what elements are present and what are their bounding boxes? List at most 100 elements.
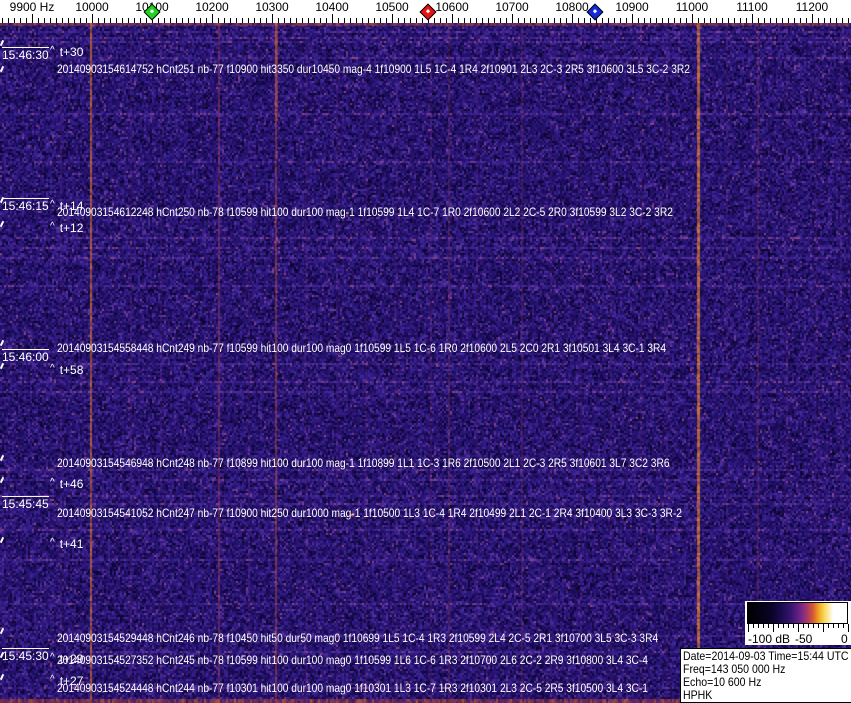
ruler-minor-tick bbox=[602, 18, 603, 23]
ruler-minor-tick bbox=[314, 18, 315, 23]
ruler-major-tick bbox=[572, 14, 573, 23]
caret-icon: ^ bbox=[50, 537, 55, 548]
colorbar-db-label: -50 bbox=[795, 632, 812, 646]
echo-log-line: 20140903154558448 hCnt249 nb-77 f10599 h… bbox=[57, 341, 666, 355]
ruler-minor-tick bbox=[458, 18, 459, 23]
ruler-major-tick bbox=[32, 14, 33, 23]
event-marker: ^ t+29 bbox=[50, 652, 83, 666]
ruler-minor-tick bbox=[218, 18, 219, 23]
ruler-minor-tick bbox=[20, 18, 21, 23]
spectrogram-app: 9900 Hz100001010010200103001040010500106… bbox=[0, 0, 851, 703]
ruler-minor-tick bbox=[824, 18, 825, 23]
ruler-minor-tick bbox=[776, 18, 777, 23]
ruler-minor-tick bbox=[662, 18, 663, 23]
event-marker-label: t+14 bbox=[60, 199, 84, 213]
event-marker: ^ t+12 bbox=[50, 221, 83, 235]
ruler-minor-tick bbox=[440, 18, 441, 23]
ruler-minor-tick bbox=[68, 18, 69, 23]
ruler-minor-tick bbox=[566, 18, 567, 23]
ruler-minor-tick bbox=[770, 18, 771, 23]
caret-icon: ^ bbox=[50, 363, 55, 374]
ruler-minor-tick bbox=[614, 18, 615, 23]
colorbar-tick bbox=[848, 624, 849, 632]
ruler-minor-tick bbox=[554, 18, 555, 23]
ruler-major-tick bbox=[512, 14, 513, 23]
ruler-minor-tick bbox=[488, 18, 489, 23]
ruler-minor-tick bbox=[536, 18, 537, 23]
event-marker: ^ t+27 bbox=[50, 674, 83, 688]
ruler-minor-tick bbox=[38, 18, 39, 23]
ruler-minor-tick bbox=[422, 18, 423, 23]
ruler-minor-tick bbox=[128, 18, 129, 23]
event-marker-label: t+46 bbox=[60, 477, 84, 491]
ruler-minor-tick bbox=[14, 18, 15, 23]
ruler-minor-tick bbox=[782, 18, 783, 23]
event-marker: ^ t+58 bbox=[50, 363, 83, 377]
ruler-minor-tick bbox=[590, 18, 591, 23]
colorbar-tick bbox=[823, 624, 824, 632]
time-label: 15:45:30 bbox=[2, 648, 49, 663]
ruler-minor-tick bbox=[794, 18, 795, 23]
status-info-box: Date=2014-09-03 Time=15:44 UTC Freq=143 … bbox=[680, 648, 851, 703]
colorbar-tick bbox=[748, 624, 749, 632]
ruler-minor-tick bbox=[182, 18, 183, 23]
ruler-minor-tick bbox=[680, 18, 681, 23]
colorbar-tick bbox=[803, 624, 804, 628]
colorbar-gradient bbox=[747, 602, 848, 624]
ruler-minor-tick bbox=[698, 18, 699, 23]
colorbar-tick bbox=[818, 624, 819, 628]
marker-green-dot bbox=[150, 9, 154, 13]
ruler-minor-tick bbox=[26, 18, 27, 23]
ruler-minor-tick bbox=[350, 18, 351, 23]
colorbar-tick bbox=[758, 624, 759, 628]
ruler-minor-tick bbox=[374, 18, 375, 23]
ruler-minor-tick bbox=[638, 18, 639, 23]
spectrogram-canvas bbox=[0, 23, 851, 703]
event-marker: ^ t+14 bbox=[50, 199, 83, 213]
echo-log-line: 20140903154612248 hCnt250 nb-78 f10599 h… bbox=[57, 205, 673, 219]
ruler-minor-tick bbox=[122, 18, 123, 23]
ruler-minor-tick bbox=[818, 18, 819, 23]
ruler-minor-tick bbox=[242, 18, 243, 23]
ruler-minor-tick bbox=[116, 18, 117, 23]
echo-log-line: 20140903154614752 hCnt251 nb-77 f10900 h… bbox=[57, 62, 690, 76]
ruler-minor-tick bbox=[74, 18, 75, 23]
ruler-minor-tick bbox=[530, 18, 531, 23]
ruler-major-tick bbox=[212, 14, 213, 23]
event-marker-label: t+29 bbox=[60, 652, 84, 666]
event-marker-label: t+27 bbox=[60, 674, 84, 688]
ruler-major-tick bbox=[452, 14, 453, 23]
ruler-minor-tick bbox=[650, 18, 651, 23]
ruler-minor-tick bbox=[476, 18, 477, 23]
marker-blue-dot bbox=[593, 9, 597, 13]
ruler-minor-tick bbox=[362, 18, 363, 23]
ruler-minor-tick bbox=[380, 18, 381, 23]
echo-log-line: 20140903154546948 hCnt248 nb-77 f10899 h… bbox=[57, 456, 669, 470]
colorbar-db-label: 0 bbox=[841, 632, 848, 646]
colorbar-tick bbox=[778, 624, 779, 628]
ruler-minor-tick bbox=[434, 18, 435, 23]
ruler-minor-tick bbox=[722, 18, 723, 23]
colorbar-tick bbox=[768, 624, 769, 628]
ruler-minor-tick bbox=[44, 18, 45, 23]
ruler-minor-tick bbox=[500, 18, 501, 23]
caret-icon: ^ bbox=[50, 199, 55, 210]
ruler-minor-tick bbox=[278, 18, 279, 23]
ruler-minor-tick bbox=[164, 18, 165, 23]
ruler-minor-tick bbox=[50, 18, 51, 23]
time-label: 15:46:00 bbox=[2, 349, 49, 364]
ruler-minor-tick bbox=[620, 18, 621, 23]
ruler-minor-tick bbox=[290, 18, 291, 23]
colorbar-db-label: -100 dB bbox=[748, 632, 790, 646]
ruler-minor-tick bbox=[584, 18, 585, 23]
ruler-minor-tick bbox=[338, 18, 339, 23]
ruler-minor-tick bbox=[248, 18, 249, 23]
ruler-minor-tick bbox=[320, 18, 321, 23]
ruler-minor-tick bbox=[518, 18, 519, 23]
ruler-freq-label: 11200 bbox=[762, 0, 851, 14]
ruler-major-tick bbox=[692, 14, 693, 23]
ruler-minor-tick bbox=[524, 18, 525, 23]
ruler-minor-tick bbox=[578, 18, 579, 23]
event-marker: ^ t+30 bbox=[50, 45, 83, 59]
ruler-minor-tick bbox=[716, 18, 717, 23]
